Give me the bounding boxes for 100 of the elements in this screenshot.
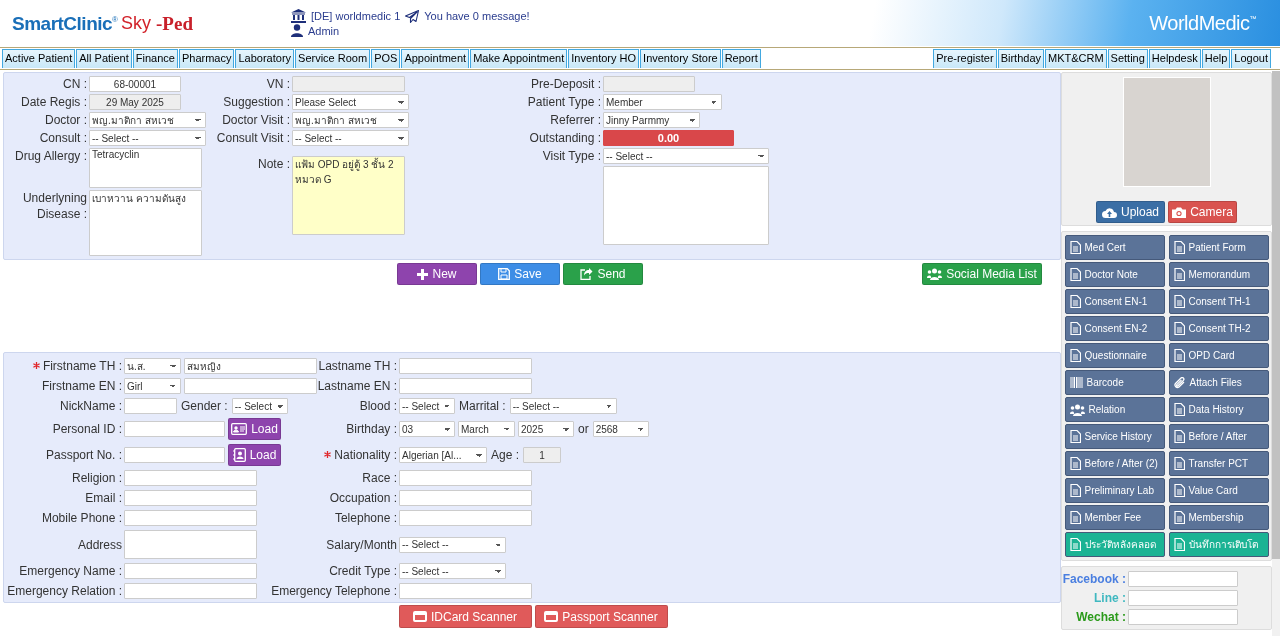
document-button[interactable]: Med Cert [1064,235,1165,260]
menu-tab[interactable]: Helpdesk [1148,49,1201,68]
document-button[interactable]: Before / After (2) [1064,451,1165,476]
dropdown[interactable]: Jinny Parmmy [603,112,700,128]
menu-tab[interactable]: Make Appointment [470,49,568,68]
text-field[interactable] [124,421,225,437]
dropdown[interactable]: -- Select -- [603,148,769,164]
document-button[interactable]: Relation [1064,397,1165,422]
menu-tab[interactable]: POS [371,49,401,68]
text-field[interactable] [603,76,695,92]
text-field[interactable] [124,447,225,463]
dropdown[interactable]: น.ส. [124,358,181,374]
menu-tab[interactable]: Help [1201,49,1231,68]
text-field[interactable] [1128,609,1238,625]
menu-tab[interactable]: Logout [1231,49,1271,68]
menu-tab[interactable]: Pre-register [933,49,997,68]
dropdown[interactable]: -- Select -- [292,130,409,146]
text-field[interactable] [292,76,405,92]
document-button[interactable]: Consent TH-2 [1168,316,1269,341]
new-button[interactable]: New [397,263,477,285]
document-button[interactable]: Consent TH-1 [1168,289,1269,314]
text-field[interactable] [1128,571,1238,587]
dropdown[interactable]: พญ.มาติกา สหเวช [292,112,409,128]
document-button[interactable]: Service History [1064,424,1165,449]
text-field[interactable] [399,583,532,599]
text-field[interactable] [124,470,257,486]
field-label: Emergency Relation : [7,584,122,598]
menu-tab[interactable]: Laboratory [235,49,295,68]
document-button[interactable]: Patient Form [1168,235,1269,260]
text-field[interactable]: 68-00001 [89,76,181,92]
document-button[interactable]: Member Fee [1064,505,1165,530]
menu-tab[interactable]: Inventory HO [568,49,640,68]
text-field[interactable] [399,378,532,394]
message-link[interactable]: You have 0 message! [424,10,530,22]
text-field[interactable]: สมหญิง [184,358,317,374]
scanner-button[interactable]: Passport Scanner [534,605,668,628]
scanner-button[interactable]: IDCard Scanner [398,605,532,628]
text-field[interactable] [124,563,257,579]
document-button[interactable]: Barcode [1064,370,1165,395]
text-field[interactable] [399,358,532,374]
document-button[interactable]: Consent EN-2 [1064,316,1165,341]
text-field[interactable] [399,470,532,486]
dropdown[interactable]: -- Select -- [509,398,617,414]
text-area[interactable] [124,530,257,559]
text-field[interactable]: 1 [523,447,562,463]
dropdown[interactable]: พญ.มาติกา สหเวช [89,112,206,128]
text-field[interactable] [1128,590,1238,606]
menu-tab[interactable]: Inventory Store [640,49,721,68]
dropdown[interactable]: -- Select [399,398,455,414]
document-button[interactable]: Memorandum [1168,262,1269,287]
menu-tab[interactable]: Appointment [401,49,470,68]
text-area[interactable]: Tetracyclin [89,148,202,188]
dropdown[interactable]: -- Select -- [399,536,506,553]
note-field[interactable]: แฟ้ม OPD อยู่ตู้ 3 ชั้น 2 หมวด G [292,156,405,235]
dropdown[interactable]: March [458,421,515,437]
menu-tab[interactable]: Service Room [295,49,371,68]
dropdown[interactable]: -- Select -- [399,563,506,579]
text-field[interactable] [124,510,257,526]
menu-tab[interactable]: Birthday [997,49,1044,68]
camera-button[interactable]: Camera [1168,201,1237,223]
document-button[interactable]: Consent EN-1 [1064,289,1165,314]
document-button[interactable]: OPD Card [1168,343,1269,368]
dropdown[interactable]: Please Select [292,94,409,110]
dropdown[interactable]: 2025 [518,421,574,437]
dropdown[interactable]: 2568 [592,421,649,437]
menu-tab[interactable]: Pharmacy [178,49,235,68]
document-button[interactable]: Preliminary Lab [1064,478,1165,503]
scrollbar[interactable] [1272,71,1280,636]
document-button[interactable]: Data History [1168,397,1269,422]
dropdown[interactable]: -- Select [231,398,288,414]
text-field[interactable] [124,583,257,599]
text-field[interactable] [124,490,257,506]
document-button[interactable]: Attach Files [1168,370,1269,395]
dropdown[interactable]: 03 [399,421,455,437]
load-button[interactable]: Load [228,418,281,440]
text-field[interactable]: 29 May 2025 [89,94,181,110]
document-button[interactable]: Doctor Note [1064,262,1165,287]
menu-tab[interactable]: Finance [132,49,178,68]
dropdown[interactable]: Girl [124,378,181,394]
menu-tab[interactable]: All Patient [76,49,132,68]
text-area[interactable]: เบาหวาน ความดันสูง [89,190,202,256]
menu-tab[interactable]: Setting [1107,49,1148,68]
document-button[interactable]: Transfer PCT [1168,451,1269,476]
text-field[interactable] [124,398,177,414]
document-button[interactable]: Value Card [1168,478,1269,503]
document-button[interactable]: Membership [1168,505,1269,530]
text-area[interactable] [603,166,769,245]
menu-tab[interactable]: Report [721,49,761,68]
dropdown[interactable]: Algerian [Al... [399,447,487,463]
text-field[interactable] [399,510,532,526]
menu-tab[interactable]: Active Patient [2,49,76,68]
load-button[interactable]: Load [228,444,281,466]
document-button[interactable]: Before / After [1168,424,1269,449]
dropdown[interactable]: -- Select -- [89,130,206,146]
upload-button[interactable]: Upload [1096,201,1165,223]
document-button[interactable]: Questionnaire [1064,343,1165,368]
text-field[interactable] [399,490,532,506]
text-field[interactable] [184,378,317,394]
menu-tab[interactable]: MKT&CRM [1045,49,1107,68]
dropdown[interactable]: Member [603,94,722,110]
